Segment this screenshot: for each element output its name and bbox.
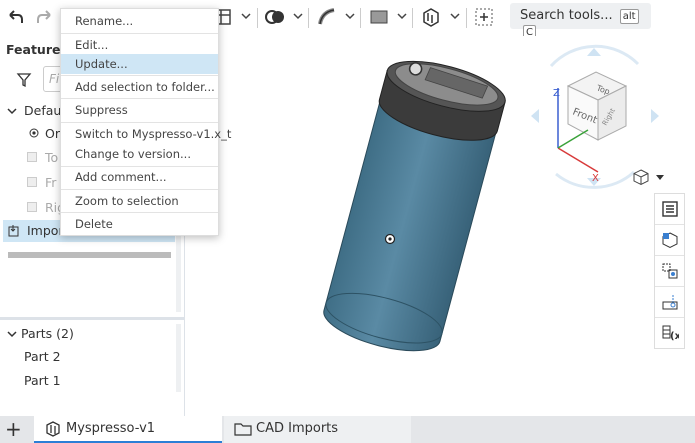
part-item[interactable]: Part 2 bbox=[24, 349, 61, 364]
menu-separator bbox=[61, 75, 218, 76]
toolbar-divider bbox=[360, 8, 361, 28]
toolbar-divider bbox=[412, 8, 413, 28]
search-tools-button[interactable]: Search tools... alt C bbox=[510, 3, 651, 40]
menu-item-switch-to-version[interactable]: Switch to Myspresso-v1.x_t bbox=[61, 124, 231, 144]
rollback-bar[interactable] bbox=[8, 252, 171, 258]
parts-header[interactable]: Parts (2) bbox=[21, 326, 74, 341]
axis-x-label: X bbox=[592, 173, 599, 184]
menu-separator bbox=[61, 122, 218, 123]
plane-icon[interactable] bbox=[368, 6, 390, 28]
variable-table-icon: (x) bbox=[662, 325, 679, 342]
part-studio-tab-icon bbox=[46, 421, 60, 437]
sweep-icon[interactable] bbox=[316, 6, 338, 28]
menu-item-delete[interactable]: Delete bbox=[61, 214, 218, 234]
toolbar-divider bbox=[308, 8, 309, 28]
filter-icon[interactable] bbox=[16, 72, 32, 88]
tab-myspresso[interactable]: Myspresso-v1 bbox=[34, 416, 222, 443]
measure-button[interactable] bbox=[655, 287, 684, 318]
origin-item[interactable]: Or bbox=[45, 126, 60, 141]
menu-item-add-comment[interactable]: Add comment... bbox=[61, 167, 218, 187]
add-tab-button[interactable]: + bbox=[5, 418, 25, 440]
menu-item-edit[interactable]: Edit... bbox=[61, 35, 218, 55]
menu-separator bbox=[61, 212, 218, 213]
default-geometry-folder[interactable]: Defaul bbox=[24, 103, 65, 118]
import-label: Impor bbox=[27, 223, 64, 238]
toolbar-divider bbox=[466, 8, 467, 28]
menu-separator bbox=[61, 98, 218, 99]
mate-connector-button[interactable] bbox=[655, 256, 684, 287]
chevron-down-icon[interactable] bbox=[450, 11, 460, 21]
menu-item-rename[interactable]: Rename... bbox=[61, 11, 218, 31]
menu-item-add-selection-to-folder[interactable]: Add selection to folder... bbox=[61, 77, 218, 97]
svg-text:(x): (x) bbox=[670, 331, 679, 342]
origin-icon bbox=[29, 128, 39, 138]
chevron-down-icon[interactable] bbox=[345, 11, 355, 21]
part-studio-icon[interactable] bbox=[420, 6, 442, 28]
menu-item-zoom-to-selection[interactable]: Zoom to selection bbox=[61, 191, 218, 211]
appearance-button[interactable] bbox=[655, 225, 684, 256]
plane-checkbox[interactable] bbox=[27, 177, 37, 187]
list-icon bbox=[662, 201, 678, 217]
mate-connector-icon bbox=[662, 263, 678, 279]
panel-divider[interactable] bbox=[0, 317, 185, 320]
variables-button[interactable]: (x) bbox=[655, 318, 684, 349]
tab-cad-imports[interactable]: CAD Imports bbox=[224, 416, 411, 443]
menu-item-change-to-version[interactable]: Change to version... bbox=[61, 144, 218, 164]
right-tool-strip: (x) bbox=[654, 193, 685, 349]
top-plane-item[interactable]: To bbox=[45, 150, 58, 165]
plane-checkbox[interactable] bbox=[27, 202, 37, 212]
display-mode-icon[interactable] bbox=[632, 168, 650, 186]
chevron-down-icon[interactable] bbox=[241, 11, 251, 21]
plane-checkbox[interactable] bbox=[27, 152, 37, 162]
undo-icon[interactable] bbox=[4, 6, 26, 28]
tab-label: CAD Imports bbox=[256, 421, 339, 436]
parts-list-scrollbar[interactable] bbox=[176, 324, 181, 392]
chevron-down-icon[interactable] bbox=[293, 11, 303, 21]
features-title: Features bbox=[6, 42, 68, 57]
chevron-down-icon[interactable] bbox=[6, 105, 18, 117]
folder-icon bbox=[234, 423, 252, 436]
caret-down-icon[interactable] bbox=[655, 174, 665, 182]
part-item[interactable]: Part 1 bbox=[24, 373, 61, 388]
axis-z-label: Z bbox=[553, 88, 560, 99]
menu-item-update[interactable]: Update... bbox=[61, 54, 218, 74]
boolean-icon[interactable] bbox=[264, 6, 286, 28]
document-tab-bar: + Myspresso-v1 CAD Imports bbox=[0, 416, 695, 443]
front-plane-item[interactable]: Fr bbox=[45, 175, 56, 190]
toolbar-divider bbox=[257, 8, 258, 28]
add-custom-feature-icon[interactable] bbox=[473, 6, 495, 28]
menu-item-suppress[interactable]: Suppress bbox=[61, 100, 218, 120]
context-menu: Rename... Edit... Update... Add selectio… bbox=[60, 8, 231, 236]
list-panel-button[interactable] bbox=[655, 194, 684, 225]
chevron-down-icon[interactable] bbox=[6, 328, 18, 340]
measure-icon bbox=[662, 295, 678, 310]
shortcut-key-alt: alt bbox=[619, 9, 639, 24]
redo-icon[interactable] bbox=[34, 6, 56, 28]
menu-separator bbox=[61, 189, 218, 190]
graphics-area[interactable]: Top Front Right Z X bbox=[186, 36, 695, 416]
import-icon bbox=[8, 225, 19, 237]
tab-label: Myspresso-v1 bbox=[66, 421, 156, 436]
menu-separator bbox=[61, 33, 218, 34]
search-tools-label: Search tools... bbox=[520, 8, 613, 23]
chevron-down-icon[interactable] bbox=[397, 11, 407, 21]
appearance-icon bbox=[662, 232, 678, 249]
filter-input-placeholder: Fi bbox=[49, 72, 60, 86]
